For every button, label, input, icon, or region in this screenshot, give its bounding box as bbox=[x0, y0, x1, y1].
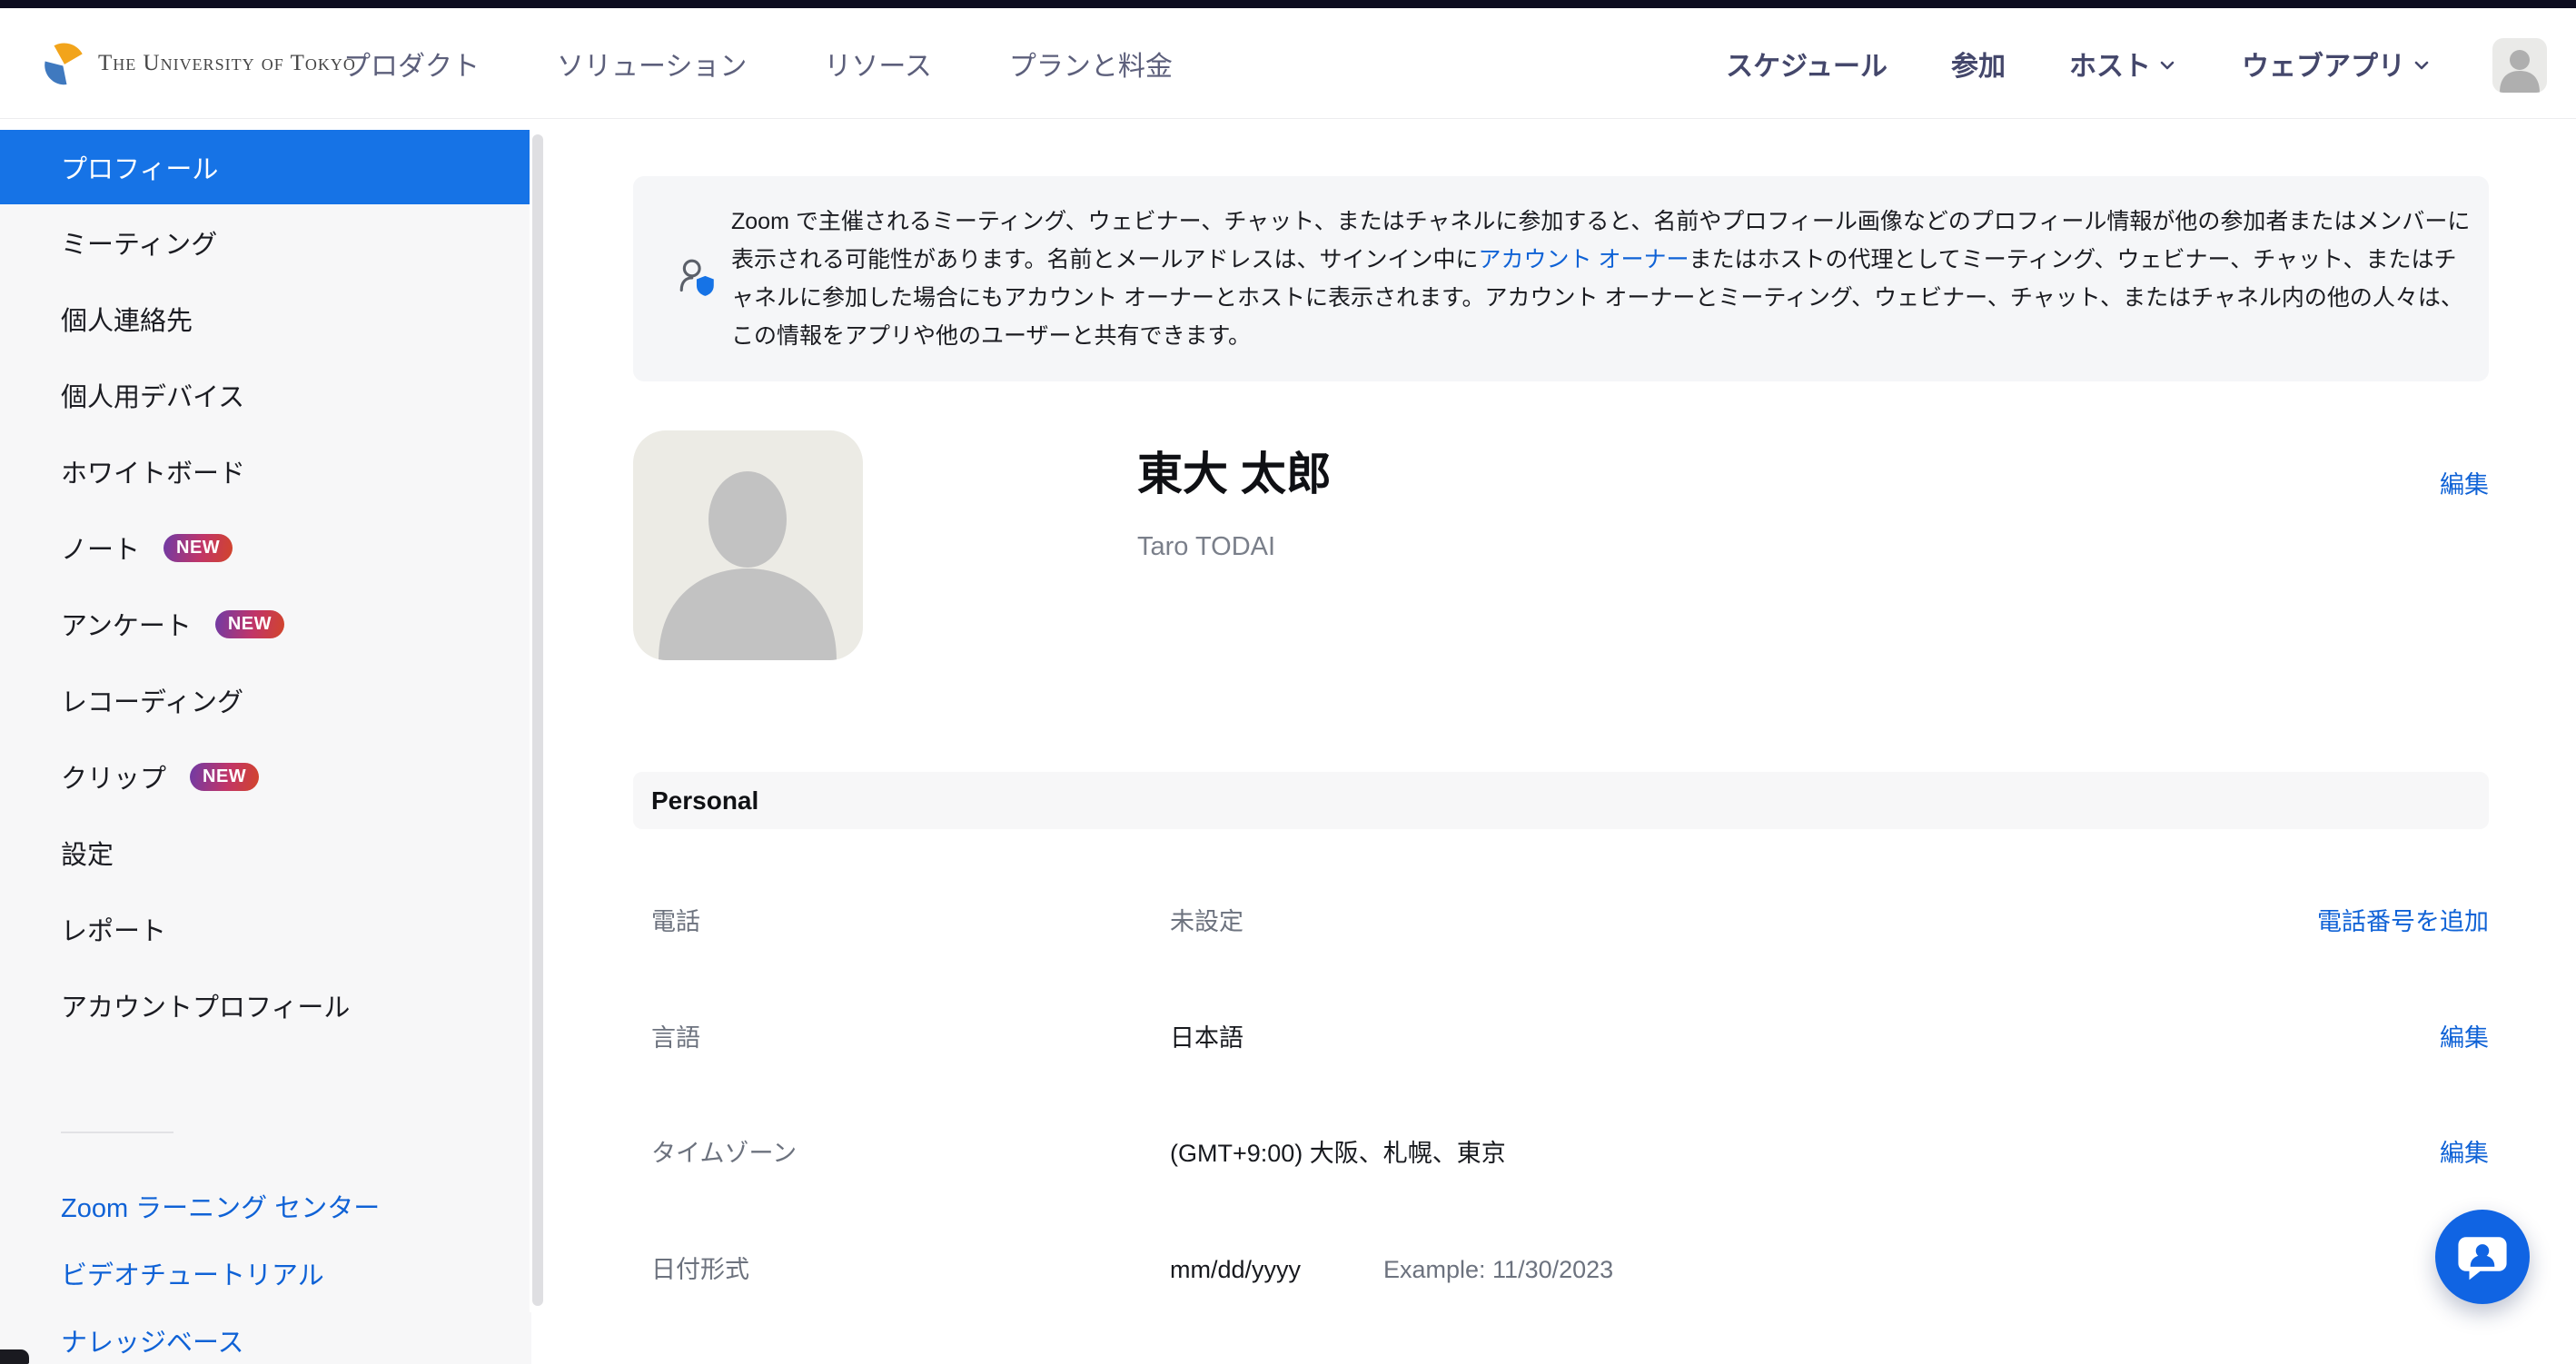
university-logo[interactable]: The University of Tokyo bbox=[44, 8, 356, 118]
sidebar-item[interactable]: レポート bbox=[0, 891, 531, 967]
avatar-icon bbox=[633, 430, 863, 660]
sidebar-item[interactable]: ホワイトボード bbox=[0, 433, 531, 509]
sidebar-scrollbar-track bbox=[530, 130, 545, 1312]
sidebar-item-label: 個人用デバイス bbox=[61, 376, 244, 414]
personal-row: タイムゾーン (GMT+9:00) 大阪、札幌、東京 編集 bbox=[633, 1129, 2489, 1178]
sidebar-item-label: ミーティング bbox=[61, 223, 217, 262]
row-action-link[interactable]: 編集 bbox=[2440, 1013, 2489, 1063]
row-label: 日付形式 bbox=[651, 1245, 749, 1294]
sidebar-item-label: アカウントプロフィール bbox=[61, 986, 350, 1024]
sidebar-item[interactable]: プロフィール bbox=[0, 130, 531, 204]
chevron-down-icon bbox=[2411, 54, 2432, 76]
row-value: 日本語 bbox=[1170, 1013, 1243, 1063]
account-owner-link[interactable]: アカウント オーナー bbox=[1479, 247, 1689, 272]
sidebar-scrollbar-thumb[interactable] bbox=[532, 134, 543, 1306]
chevron-down-icon bbox=[2156, 54, 2178, 76]
account-nav: スケジュール 参加 ホスト ウェブアプリ bbox=[1726, 8, 2432, 118]
row-label: 電話 bbox=[651, 897, 700, 946]
sidebar-item[interactable]: アンケート NEW bbox=[0, 586, 531, 662]
privacy-notice: Zoom で主催されるミーティング、ウェビナー、チャット、またはチャネルに参加す… bbox=[633, 176, 2489, 381]
help-button[interactable] bbox=[2435, 1210, 2530, 1304]
display-name: 東大 太郎 bbox=[1137, 438, 1332, 503]
row-value: mm/dd/yyyy bbox=[1170, 1245, 1301, 1294]
personal-row: 言語 日本語 編集 bbox=[633, 1013, 2489, 1063]
nav-item-label: プロダクト bbox=[343, 44, 480, 84]
sidebar-item-label: レコーディング bbox=[61, 681, 243, 719]
nav-item-label: リソース bbox=[824, 44, 932, 84]
sidebar-footer-links: Zoom ラーニング センタービデオチュートリアルナレッジベース bbox=[0, 1184, 531, 1364]
nav-item[interactable]: スケジュール bbox=[1726, 44, 1887, 84]
new-badge: NEW bbox=[163, 534, 233, 562]
user-avatar[interactable] bbox=[2492, 38, 2547, 93]
person-shield-icon bbox=[677, 258, 718, 300]
sidebar-item[interactable]: クリップ NEW bbox=[0, 738, 531, 815]
site-header: The University of Tokyo プロダクト ソリューション リソ… bbox=[0, 8, 2576, 119]
zoom-web-portal-profile-page: The University of Tokyo プロダクト ソリューション リソ… bbox=[0, 0, 2576, 1364]
sidebar-footer-link[interactable]: ビデオチュートリアル bbox=[0, 1251, 531, 1300]
sidebar-item[interactable]: 設定 bbox=[0, 815, 531, 891]
nav-item-label: ウェブアプリ bbox=[2242, 44, 2405, 84]
logo-text: The University of Tokyo bbox=[98, 51, 356, 76]
sidebar-footer-link[interactable]: Zoom ラーニング センター bbox=[0, 1184, 531, 1233]
browser-top-strip bbox=[0, 0, 2576, 8]
section-title: Personal bbox=[651, 786, 758, 815]
sidebar-item-label: プロフィール bbox=[61, 148, 218, 186]
help-chat-icon bbox=[2456, 1231, 2509, 1283]
nav-item[interactable]: ソリューション bbox=[557, 44, 747, 84]
sidebar-item-label: レポート bbox=[61, 910, 166, 948]
nav-item[interactable]: リソース bbox=[824, 44, 932, 84]
new-badge: NEW bbox=[190, 763, 259, 791]
ginkgo-leaf-icon bbox=[44, 41, 85, 86]
nav-item[interactable]: 参加 bbox=[1951, 44, 2006, 84]
nav-item[interactable]: プランと料金 bbox=[1009, 44, 1173, 84]
privacy-notice-text: Zoom で主催されるミーティング、ウェビナー、チャット、またはチャネルに参加す… bbox=[731, 203, 2477, 355]
row-value: 未設定 bbox=[1170, 897, 1243, 946]
nav-item-label: スケジュール bbox=[1726, 44, 1887, 84]
sidebar-item[interactable]: ミーティング bbox=[0, 204, 531, 281]
sidebar-item-label: クリップ bbox=[61, 757, 166, 796]
sidebar-items: プロフィール ミーティング 個人連絡先 個人用デバイス ホワイトボード ノート … bbox=[0, 130, 531, 1043]
nav-item-label: ソリューション bbox=[557, 44, 747, 84]
sidebar-item-label: 個人連絡先 bbox=[61, 300, 193, 338]
sidebar-divider bbox=[61, 1132, 173, 1133]
row-label: タイムゾーン bbox=[651, 1129, 797, 1178]
sidebar-item-label: アンケート bbox=[61, 605, 192, 643]
primary-nav: プロダクト ソリューション リソース プランと料金 bbox=[343, 8, 1173, 118]
row-action-link[interactable]: 電話番号を追加 bbox=[2317, 897, 2489, 946]
nav-item[interactable]: プロダクト bbox=[343, 44, 480, 84]
personal-row: 電話 未設定 電話番号を追加 bbox=[633, 897, 2489, 946]
status-tooltip-fragment bbox=[0, 1349, 29, 1364]
profile-avatar bbox=[633, 430, 863, 660]
avatar-icon bbox=[2492, 38, 2547, 93]
row-action-link[interactable]: 編集 bbox=[2440, 1129, 2489, 1178]
sidebar-item[interactable]: ノート NEW bbox=[0, 509, 531, 586]
nav-item-label: 参加 bbox=[1951, 44, 2006, 84]
row-label: 言語 bbox=[651, 1013, 700, 1063]
sidebar-item[interactable]: 個人用デバイス bbox=[0, 357, 531, 433]
nav-item-label: プランと料金 bbox=[1009, 44, 1173, 84]
romanized-name: Taro TODAI bbox=[1137, 532, 1275, 562]
new-badge: NEW bbox=[215, 610, 284, 638]
sidebar-item-label: ホワイトボード bbox=[61, 452, 245, 490]
row-extra: Example: 11/30/2023 bbox=[1383, 1245, 1613, 1294]
nav-item-label: ホスト bbox=[2069, 44, 2151, 84]
personal-section-header: Personal bbox=[633, 772, 2489, 829]
sidebar: プロフィール ミーティング 個人連絡先 個人用デバイス ホワイトボード ノート … bbox=[0, 130, 531, 1364]
row-value: (GMT+9:00) 大阪、札幌、東京 bbox=[1170, 1129, 1506, 1178]
personal-row: 日付形式 mm/dd/yyyy Example: 11/30/2023 編集 bbox=[633, 1245, 2489, 1294]
sidebar-item[interactable]: レコーディング bbox=[0, 662, 531, 738]
sidebar-item[interactable]: アカウントプロフィール bbox=[0, 967, 531, 1043]
nav-item[interactable]: ホスト bbox=[2069, 44, 2178, 84]
profile-edit-link[interactable]: 編集 bbox=[2216, 465, 2489, 500]
sidebar-footer-link[interactable]: ナレッジベース bbox=[0, 1319, 531, 1364]
sidebar-item[interactable]: 個人連絡先 bbox=[0, 281, 531, 357]
nav-item[interactable]: ウェブアプリ bbox=[2242, 44, 2432, 84]
sidebar-item-label: ノート bbox=[61, 529, 140, 567]
sidebar-item-label: 設定 bbox=[61, 834, 114, 872]
